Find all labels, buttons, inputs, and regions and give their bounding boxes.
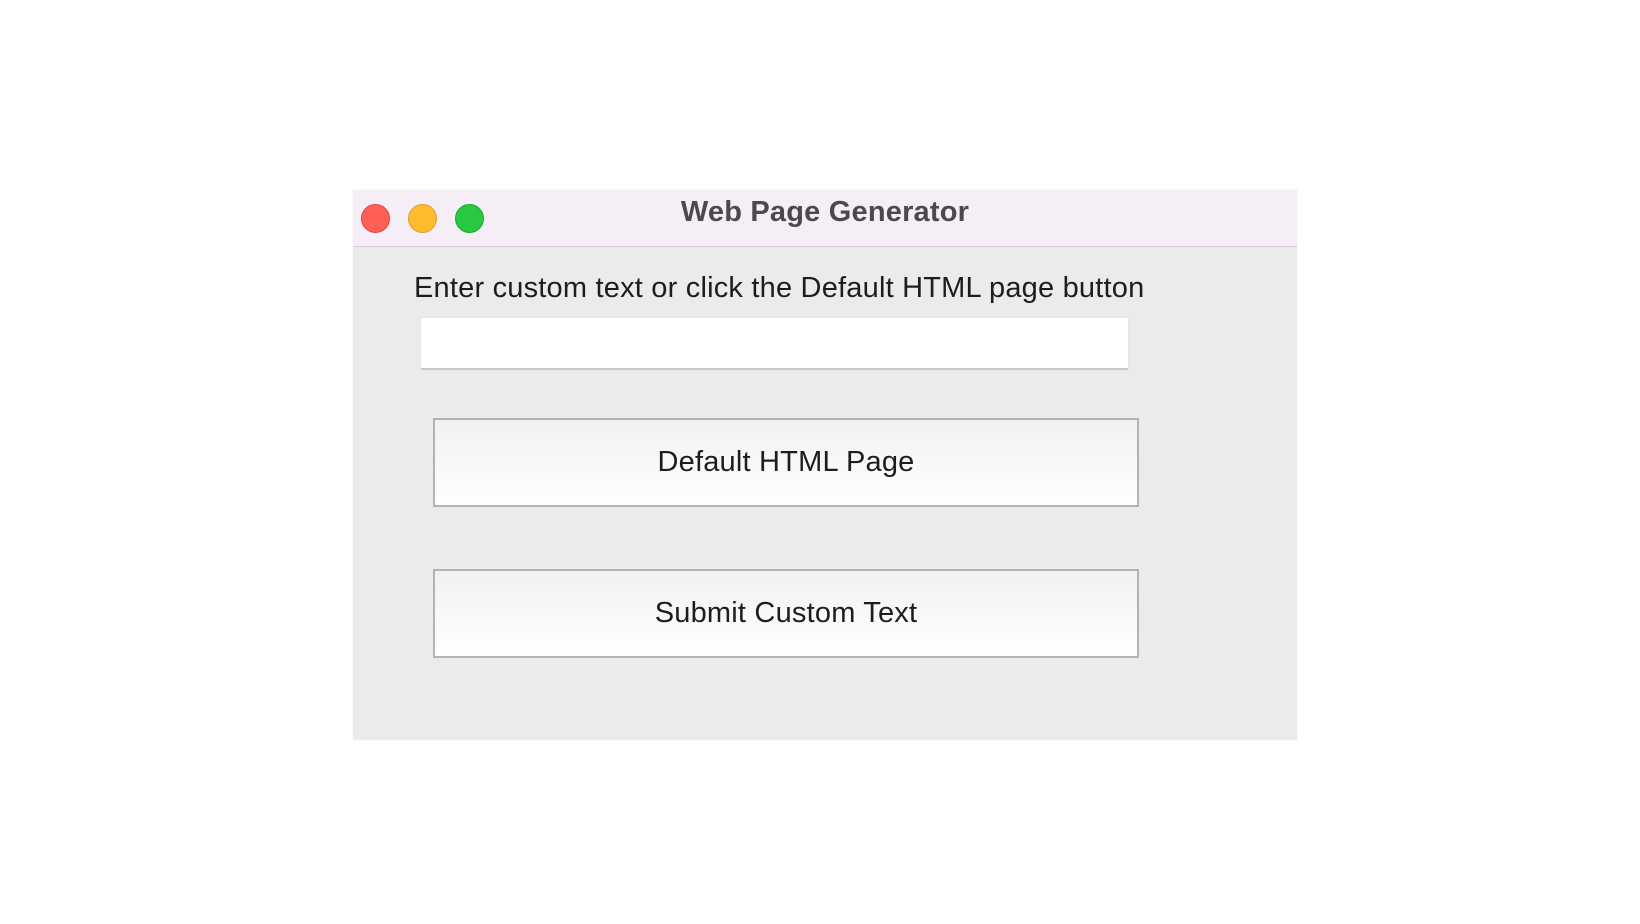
instruction-label: Enter custom text or click the Default H… [414,272,1145,304]
app-window: Web Page Generator Enter custom text or … [353,190,1297,740]
window-content: Enter custom text or click the Default H… [353,247,1297,740]
window-title: Web Page Generator [680,196,970,228]
title-bar[interactable]: Web Page Generator [353,190,1297,247]
submit-custom-text-button[interactable]: Submit Custom Text [433,569,1139,658]
default-html-page-button[interactable]: Default HTML Page [433,418,1139,507]
custom-text-input[interactable] [421,318,1128,370]
